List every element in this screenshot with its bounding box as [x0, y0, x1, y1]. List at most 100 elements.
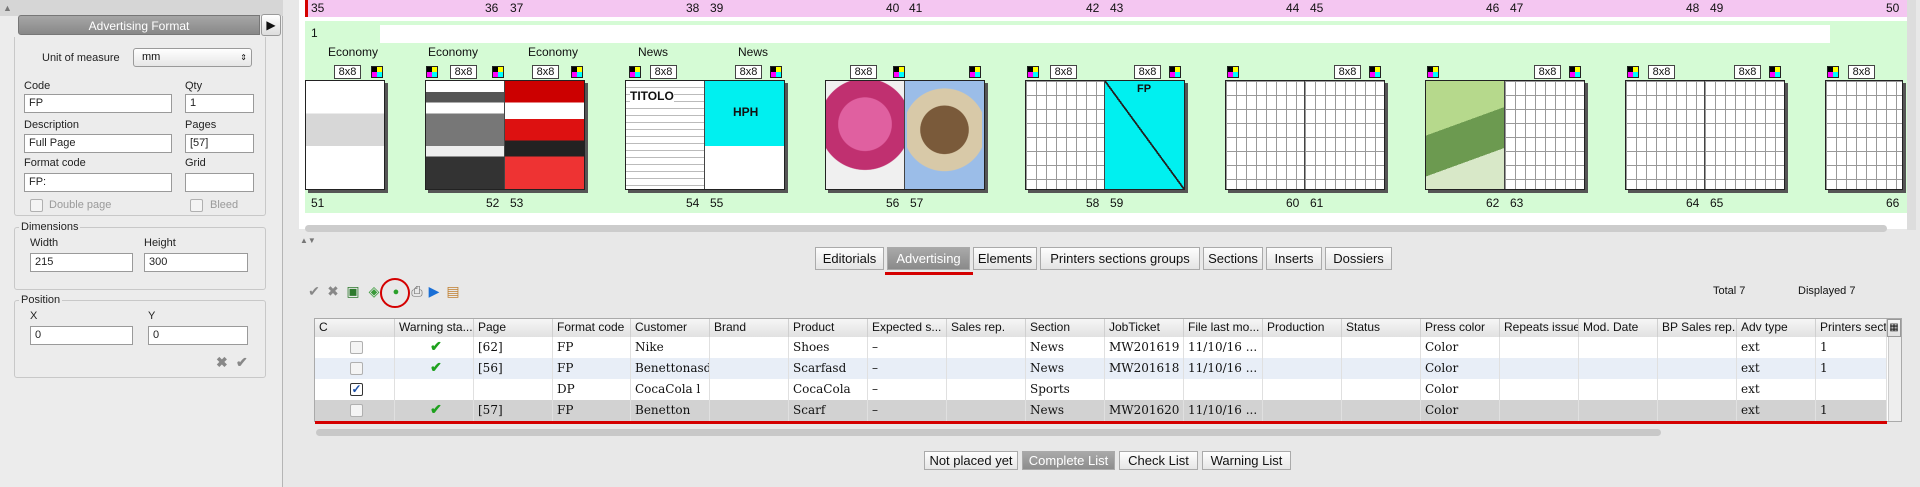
col-header[interactable]: Press color: [1421, 319, 1500, 337]
tab-dossiers[interactable]: Dossiers: [1325, 247, 1392, 270]
cell-checkbox[interactable]: [315, 358, 395, 379]
x-field[interactable]: 0: [30, 326, 133, 345]
col-header[interactable]: Warning sta...: [395, 319, 474, 337]
tab-printers-sections-groups[interactable]: Printers sections groups: [1040, 247, 1200, 270]
ok-check-icon: ✔: [430, 339, 442, 355]
tab-inserts[interactable]: Inserts: [1266, 247, 1322, 270]
tab-warning-list[interactable]: Warning List: [1202, 451, 1291, 470]
col-header[interactable]: Expected s...: [868, 319, 947, 337]
col-header[interactable]: BP Sales rep.: [1658, 319, 1737, 337]
col-header[interactable]: Sales rep.: [947, 319, 1026, 337]
position-marker: [305, 0, 308, 17]
page-num: 46: [1486, 1, 1500, 15]
page-spread[interactable]: [1625, 80, 1785, 190]
col-header[interactable]: Mod. Date: [1579, 319, 1658, 337]
ok-check-icon: ✔: [430, 360, 442, 376]
page-spread[interactable]: [825, 80, 985, 190]
displayed-count: Displayed 7: [1798, 285, 1856, 297]
play-icon[interactable]: ▶: [426, 283, 442, 299]
row-checkbox[interactable]: [350, 362, 363, 375]
col-header[interactable]: Repeats issue: [1500, 319, 1579, 337]
splitter-arrows-icon[interactable]: ▲▼: [300, 236, 316, 245]
double-page-checkbox[interactable]: [30, 199, 43, 212]
row-checkbox-checked[interactable]: ✓: [350, 383, 363, 396]
confirm-icon[interactable]: ✔: [236, 354, 248, 371]
tab-not-placed-yet[interactable]: Not placed yet: [924, 451, 1018, 470]
cancel-icon[interactable]: ✖: [216, 354, 228, 371]
page-spread[interactable]: [425, 80, 585, 190]
cmyk-icon: [1627, 66, 1639, 78]
ad-page: [505, 81, 584, 189]
page-spread[interactable]: [1825, 80, 1903, 190]
cmyk-icon: [1169, 66, 1181, 78]
tab-advertising[interactable]: Advertising: [887, 247, 970, 270]
row-checkbox[interactable]: [350, 341, 363, 354]
canvas-vertical-scrollbar[interactable]: [1907, 0, 1916, 230]
table-vertical-scrollbar[interactable]: [1888, 337, 1901, 421]
table-row[interactable]: ✓ DP CocaCola l CocaCola – Sports Color …: [315, 379, 1887, 400]
col-header[interactable]: C: [315, 319, 395, 337]
cmyk-icon: [969, 66, 981, 78]
col-header[interactable]: Production: [1263, 319, 1342, 337]
unit-select[interactable]: mm ⇕: [133, 48, 252, 67]
width-field[interactable]: 215: [30, 253, 133, 272]
column-menu-icon[interactable]: ▦: [1887, 319, 1901, 337]
col-header[interactable]: Adv type: [1737, 319, 1816, 337]
canvas-horizontal-scrollbar[interactable]: [305, 225, 1887, 232]
collapse-icon[interactable]: ▲: [3, 3, 12, 13]
size-tag: 8x8: [532, 65, 559, 79]
table-row-selected[interactable]: ✔ [57] FP Benetton Scarf – News MW201620…: [315, 400, 1887, 421]
col-header[interactable]: JobTicket: [1105, 319, 1184, 337]
col-header[interactable]: Product: [789, 319, 868, 337]
picture-icon[interactable]: ▤: [445, 283, 461, 299]
delete-icon[interactable]: ✖: [325, 283, 341, 299]
cell-checkbox[interactable]: [315, 400, 395, 421]
row-checkbox[interactable]: [350, 404, 363, 417]
col-header[interactable]: Brand: [710, 319, 789, 337]
tab-check-list[interactable]: Check List: [1119, 451, 1198, 470]
col-header[interactable]: Customer: [631, 319, 710, 337]
description-field[interactable]: Full Page: [24, 134, 172, 153]
col-header[interactable]: Format code: [553, 319, 631, 337]
height-field[interactable]: 300: [144, 253, 248, 272]
grid-field[interactable]: [185, 173, 254, 192]
cmyk-icon: [426, 66, 438, 78]
cell-file: 11/10/16 ...: [1184, 337, 1263, 358]
size-tag: 8x8: [1534, 65, 1561, 79]
format-code-field[interactable]: FP:: [24, 173, 172, 192]
y-field[interactable]: 0: [148, 326, 248, 345]
col-header[interactable]: Section: [1026, 319, 1105, 337]
print-icon[interactable]: ⎙: [409, 283, 425, 299]
qty-field[interactable]: 1: [185, 94, 254, 113]
check-icon[interactable]: ✔: [306, 283, 322, 299]
tab-editorials[interactable]: Editorials: [815, 247, 884, 270]
tab-sections[interactable]: Sections: [1203, 247, 1263, 270]
col-header[interactable]: File last mo...: [1184, 319, 1263, 337]
table-row[interactable]: ✔ [62] FP Nike Shoes – News MW201619 11/…: [315, 337, 1887, 358]
page-spread[interactable]: FP: [1025, 80, 1185, 190]
cell-checkbox[interactable]: [315, 337, 395, 358]
export-icon[interactable]: ▣: [345, 283, 361, 299]
cell-printers: 1: [1816, 337, 1887, 358]
cell-checkbox[interactable]: ✓: [315, 379, 395, 400]
page-num: 64: [1686, 196, 1700, 210]
cell-customer: Benetton: [631, 400, 710, 421]
tab-elements[interactable]: Elements: [973, 247, 1037, 270]
col-header[interactable]: Page: [474, 319, 553, 337]
code-field[interactable]: FP: [24, 94, 172, 113]
table-horizontal-scrollbar[interactable]: [316, 429, 1661, 436]
pink-page-row: [305, 0, 1907, 17]
page-spread[interactable]: TITOLO HPH: [625, 80, 785, 190]
page-spread[interactable]: [1425, 80, 1585, 190]
tab-complete-list[interactable]: Complete List: [1022, 451, 1115, 470]
cell-warning: [395, 379, 474, 400]
table-row[interactable]: ✔ [56] FP Benettonasd Scarfasd – News MW…: [315, 358, 1887, 379]
col-header[interactable]: Printers sect: [1816, 319, 1887, 337]
page-spread[interactable]: [305, 80, 385, 190]
col-header[interactable]: Status: [1342, 319, 1421, 337]
page-num: 62: [1486, 196, 1500, 210]
bleed-checkbox[interactable]: [190, 199, 203, 212]
page-spread[interactable]: [1225, 80, 1385, 190]
pages-field[interactable]: [57]: [185, 134, 254, 153]
expand-arrow-button[interactable]: ▶: [261, 14, 281, 36]
